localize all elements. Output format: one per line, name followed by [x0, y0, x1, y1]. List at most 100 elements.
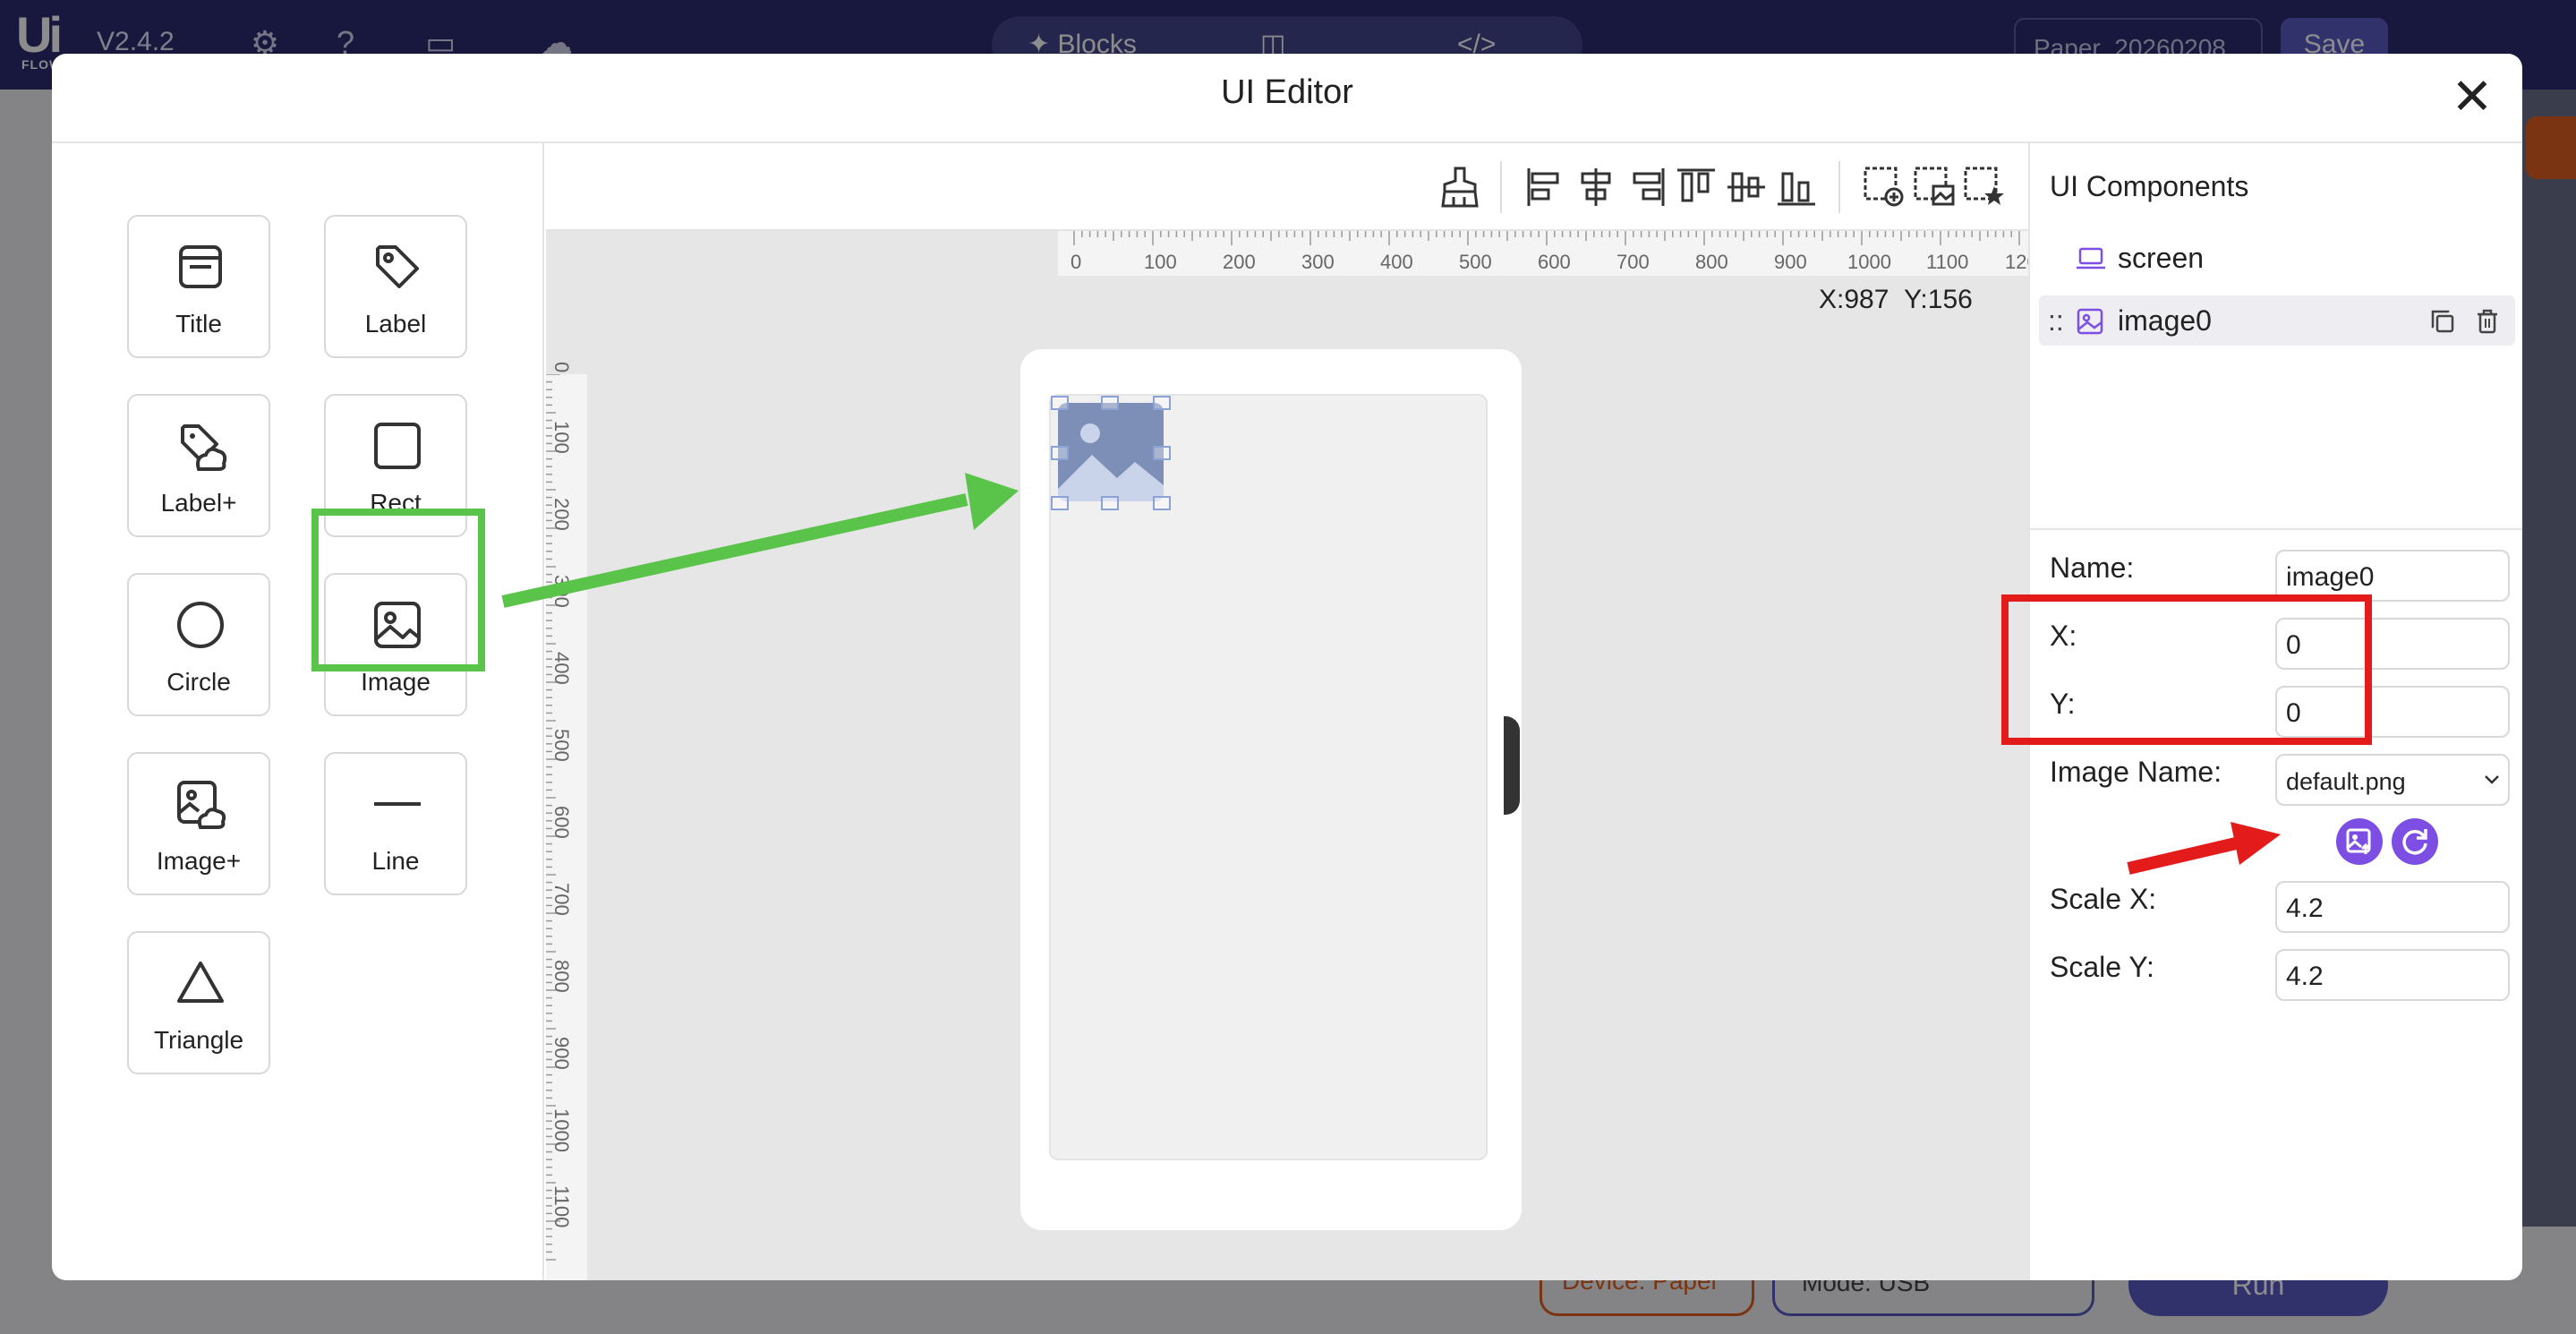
- image-placeholder-icon: [1058, 423, 1164, 501]
- ruler-tick-label: 400: [550, 652, 573, 685]
- align-bottom-icon[interactable]: [1774, 165, 1819, 210]
- ruler-horizontal: 0 100 200 300 400 500 600 700 800 900 10…: [1058, 231, 2038, 276]
- resize-handle[interactable]: [1153, 496, 1171, 510]
- image-highlight-box: [311, 509, 485, 671]
- tag-icon: [376, 245, 419, 288]
- palette-label: Image+: [156, 847, 242, 875]
- xy-highlight-box: [2001, 594, 2372, 745]
- image-upload-icon: [2346, 828, 2371, 854]
- ruler-tick-label: 600: [550, 806, 573, 839]
- ruler-tick-label: 500: [550, 729, 573, 762]
- align-right-icon[interactable]: [1624, 165, 1668, 210]
- palette-label: Title: [175, 310, 222, 338]
- refresh-icon: [2402, 829, 2427, 855]
- add-special-area-icon[interactable]: [1962, 165, 2007, 210]
- triangle-icon: [177, 962, 224, 1003]
- device-side-button: [1504, 716, 1520, 815]
- ruler-tick-label: 800: [1695, 251, 1728, 273]
- tree-item-image0[interactable]: :: image0: [2039, 295, 2515, 346]
- align-top-icon[interactable]: [1674, 165, 1719, 210]
- circle-icon: [177, 602, 224, 648]
- palette-label: Circle: [166, 668, 231, 696]
- ruler-tick-label: 700: [1616, 251, 1650, 273]
- add-area-icon[interactable]: [1862, 165, 1906, 210]
- palette-triangle[interactable]: Triangle: [127, 931, 270, 1074]
- ruler-tick-label: 200: [550, 498, 573, 531]
- dialog-title: UI Editor: [1221, 73, 1353, 111]
- ruler-tick-label: 300: [550, 575, 573, 608]
- chevron-down-icon: [2485, 775, 2499, 784]
- ruler-tick-label: 600: [1538, 251, 1571, 273]
- laptop-icon: [2077, 247, 2105, 269]
- palette-label: Image: [361, 668, 431, 696]
- tree-item-label: image0: [2118, 304, 2212, 337]
- scale-x-field[interactable]: 4.2: [2275, 881, 2510, 933]
- align-center-v-icon[interactable]: [1724, 165, 1769, 210]
- add-image-area-icon[interactable]: [1912, 165, 1957, 210]
- palette-label-item[interactable]: Label: [324, 215, 467, 358]
- image-name-select[interactable]: default.png: [2275, 754, 2510, 806]
- ruler-tick-label: 1000: [1847, 251, 1891, 273]
- ruler-tick-label: 500: [1459, 251, 1492, 273]
- scale-y-label: Scale Y:: [2050, 951, 2154, 983]
- trash-icon[interactable]: [2474, 308, 2501, 335]
- name-label: Name:: [2050, 552, 2135, 584]
- palette-label-plus[interactable]: Label+: [127, 394, 270, 537]
- palette-label: Label+: [160, 489, 237, 517]
- label-plus-icon: [181, 424, 227, 471]
- align-center-h-icon[interactable]: [1574, 165, 1618, 210]
- toolbar-separator: [1838, 161, 1840, 213]
- resize-handle[interactable]: [1101, 396, 1119, 410]
- ruler-tick-label: 100: [1144, 251, 1177, 273]
- ruler-tick-label: 800: [550, 960, 573, 993]
- resize-handle[interactable]: [1051, 496, 1069, 510]
- resize-handle[interactable]: [1051, 446, 1069, 460]
- tree-item-label: screen: [2118, 242, 2205, 274]
- ruler-tick-label: 100: [550, 421, 573, 454]
- ruler-tick-label: 1100: [1926, 251, 1969, 273]
- palette-label: Label: [364, 310, 427, 338]
- dialog-header: UI Editor ✕: [52, 54, 2522, 143]
- upload-image-button[interactable]: [2336, 818, 2383, 865]
- clear-brush-icon[interactable]: [1437, 165, 1482, 210]
- close-icon[interactable]: ✕: [2444, 70, 2501, 127]
- palette-line[interactable]: Line: [324, 752, 467, 895]
- ruler-tick-label: 1000: [550, 1108, 573, 1152]
- align-left-icon[interactable]: [1523, 165, 1568, 210]
- components-title: UI Components: [2050, 170, 2249, 202]
- resize-handle[interactable]: [1051, 396, 1069, 410]
- design-canvas[interactable]: 0 100 200 300 400 500 600 700 800 900 10…: [546, 143, 2038, 1280]
- scale-y-field[interactable]: 4.2: [2275, 949, 2510, 1001]
- canvas-toolbar: [546, 143, 2028, 231]
- resize-handle[interactable]: [1101, 496, 1119, 510]
- drag-handle-icon[interactable]: ::: [2048, 304, 2064, 338]
- scale-x-label: Scale X:: [2050, 883, 2157, 915]
- ruler-tick-label: 700: [550, 883, 573, 916]
- palette-label: Line: [371, 847, 420, 875]
- line-icon: [374, 802, 421, 806]
- image-name-label: Image Name:: [2050, 756, 2222, 788]
- ruler-tick-label: 0: [550, 362, 573, 373]
- resize-handle[interactable]: [1153, 396, 1171, 410]
- ruler-tick-label: 900: [550, 1037, 573, 1070]
- rect-icon: [374, 423, 421, 469]
- ruler-vertical: 0 100 200 300 400 500 600 700 800 900 10…: [546, 362, 587, 1280]
- ruler-tick-label: 200: [1223, 251, 1256, 273]
- palette-image-plus[interactable]: Image+: [127, 752, 270, 895]
- image-icon: [2077, 308, 2103, 335]
- palette-title[interactable]: Title: [127, 215, 270, 358]
- palette-circle[interactable]: Circle: [127, 573, 270, 716]
- image-plus-icon: [177, 781, 226, 829]
- ruler-tick-label: 0: [1070, 251, 1082, 273]
- title-icon: [179, 245, 222, 288]
- device-screen[interactable]: [1049, 394, 1488, 1160]
- ruler-tick-label: 400: [1380, 251, 1413, 273]
- resize-handle[interactable]: [1153, 446, 1171, 460]
- refresh-button[interactable]: [2392, 818, 2438, 865]
- component-palette: Title Label Label+ Rect Circle Image Ima…: [52, 143, 544, 1280]
- placed-image0[interactable]: [1058, 403, 1164, 501]
- toolbar-separator: [1500, 161, 1502, 213]
- copy-icon[interactable]: [2429, 308, 2456, 335]
- tree-item-screen[interactable]: screen: [2039, 233, 2515, 283]
- device-frame: [1020, 349, 1522, 1230]
